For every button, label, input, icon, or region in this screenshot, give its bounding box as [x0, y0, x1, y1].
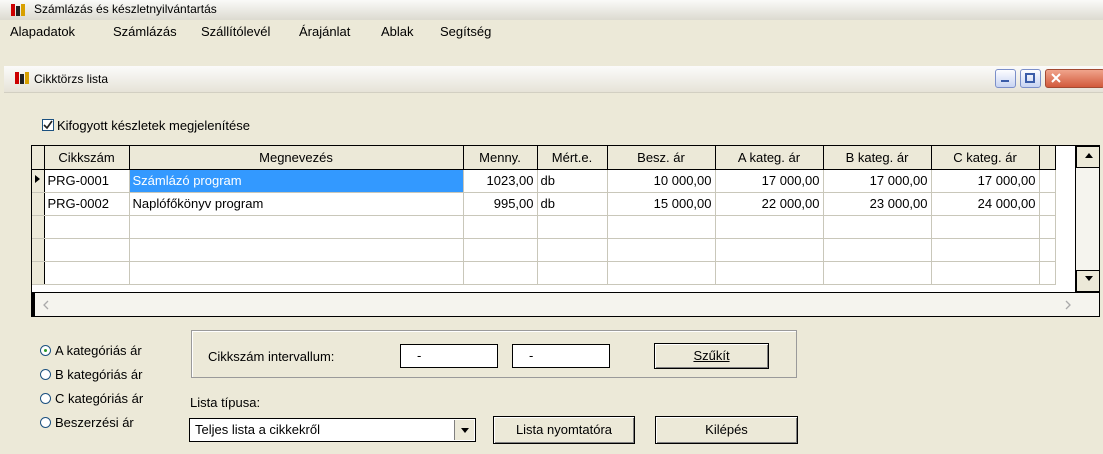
- column-header[interactable]: C kateg. ár: [931, 146, 1040, 170]
- row-indicator: [32, 169, 45, 193]
- minimize-button[interactable]: [995, 69, 1016, 88]
- filter-panel: Cikkszám intervallum: - - Szűkít: [191, 330, 797, 378]
- cell-buy-price[interactable]: 10 000,00: [607, 169, 716, 193]
- close-button[interactable]: [1045, 69, 1103, 88]
- vertical-scrollbar[interactable]: [1075, 146, 1099, 292]
- column-header[interactable]: Megnevezés: [129, 146, 464, 170]
- price-category-group: A kategóriás ár B kategóriás ár C kategó…: [40, 330, 176, 444]
- header-indicator: [32, 146, 45, 170]
- app-title: Számlázás és készletnyilvántartás: [34, 2, 217, 16]
- cell-name[interactable]: Számlázó program: [129, 169, 464, 193]
- interval-from-input[interactable]: -: [400, 344, 498, 368]
- list-type-label: Lista típusa:: [190, 395, 261, 410]
- interval-from-value: -: [417, 348, 422, 363]
- radio-b-label: B kategóriás ár: [55, 367, 143, 382]
- column-header[interactable]: A kateg. ár: [715, 146, 824, 170]
- article-grid[interactable]: Cikkszám Megnevezés Menny. Mért.e. Besz.…: [31, 145, 1100, 317]
- column-header[interactable]: Mért.e.: [537, 146, 608, 170]
- window-title-bar: Cikktörzs lista: [4, 66, 1103, 93]
- radio-a-dot[interactable]: [40, 345, 51, 356]
- cell-filler: [1039, 169, 1056, 193]
- column-header[interactable]: Besz. ár: [607, 146, 716, 170]
- cell-unit[interactable]: db: [537, 192, 608, 216]
- menu-bar: Alapadatok Számlázás Szállítólevél Árajá…: [0, 20, 1103, 42]
- restore-icon: [1025, 73, 1035, 83]
- list-type-dropdown[interactable]: Teljes lista a cikkekről: [189, 418, 476, 442]
- table-header-row: Cikkszám Megnevezés Menny. Mért.e. Besz.…: [32, 146, 1056, 170]
- column-header[interactable]: Cikkszám: [44, 146, 130, 170]
- chevron-down-icon: [461, 428, 469, 433]
- cell-code[interactable]: PRG-0002: [44, 192, 130, 216]
- menu-ablak[interactable]: Ablak: [381, 24, 414, 39]
- arrow-down-icon: [1084, 276, 1093, 281]
- table-row[interactable]: PRG-0001 Számlázó program 1023,00 db 10 …: [32, 169, 1056, 193]
- narrow-button-label: Szűkít: [693, 348, 730, 363]
- radio-a-label: A kategóriás ár: [55, 343, 142, 358]
- arrow-right-icon[interactable]: [1064, 300, 1072, 310]
- arrow-up-icon: [1084, 153, 1093, 158]
- row-indicator: [32, 192, 45, 216]
- table-row[interactable]: PRG-0002 Naplófőkönyv program 995,00 db …: [32, 192, 1056, 216]
- cell-unit[interactable]: db: [537, 169, 608, 193]
- interval-label: Cikkszám intervallum:: [208, 349, 335, 364]
- scroll-up-button[interactable]: [1076, 146, 1099, 168]
- menu-szamlazas[interactable]: Számlázás: [113, 24, 177, 39]
- app-title-bar: Számlázás és készletnyilvántartás: [0, 0, 1103, 21]
- show-out-of-stock-checkbox[interactable]: [42, 119, 54, 131]
- table-row-empty[interactable]: [32, 215, 1056, 239]
- cell-qty[interactable]: 995,00: [463, 192, 538, 216]
- show-out-of-stock-toggle[interactable]: Kifogyott készletek megjelenítése: [42, 117, 342, 135]
- show-out-of-stock-label: Kifogyott készletek megjelenítése: [57, 118, 250, 133]
- horizontal-scrollbar[interactable]: [32, 292, 1099, 316]
- menu-szallitolevel[interactable]: Szállítólevél: [201, 24, 270, 39]
- print-list-button[interactable]: Lista nyomtatóra: [493, 416, 635, 444]
- current-row-arrow-icon: [35, 175, 40, 183]
- window-title: Cikktörzs lista: [34, 72, 109, 86]
- window-icon: [15, 72, 29, 84]
- menu-arajanlat[interactable]: Árajánlat: [299, 24, 350, 39]
- cell-qty[interactable]: 1023,00: [463, 169, 538, 193]
- narrow-button[interactable]: Szűkít: [654, 343, 769, 369]
- scroll-down-button[interactable]: [1076, 270, 1099, 292]
- menu-segitseg[interactable]: Segítség: [440, 24, 491, 39]
- radio-c-dot[interactable]: [40, 393, 51, 404]
- cell-name[interactable]: Naplófőkönyv program: [129, 192, 464, 216]
- exit-button[interactable]: Kilépés: [655, 416, 798, 444]
- hscroll-thumb[interactable]: [32, 293, 35, 316]
- cell-c-price[interactable]: 24 000,00: [931, 192, 1040, 216]
- column-header[interactable]: Menny.: [463, 146, 538, 170]
- print-list-button-label: Lista nyomtatóra: [515, 422, 613, 437]
- cell-code[interactable]: PRG-0001: [44, 169, 130, 193]
- restore-button[interactable]: [1020, 69, 1041, 88]
- close-icon: [1051, 73, 1061, 83]
- article-table: Cikkszám Megnevezés Menny. Mért.e. Besz.…: [32, 146, 1056, 285]
- exit-button-label: Kilépés: [705, 422, 748, 437]
- table-row-empty[interactable]: [32, 261, 1056, 285]
- arrow-left-icon[interactable]: [42, 300, 50, 310]
- interval-to-value: -: [529, 348, 534, 363]
- app-icon: [11, 4, 25, 16]
- cell-buy-price[interactable]: 15 000,00: [607, 192, 716, 216]
- cell-filler: [1039, 192, 1056, 216]
- list-type-value: Teljes lista a cikkekről: [195, 422, 320, 437]
- menu-alapadatok[interactable]: Alapadatok: [10, 24, 75, 39]
- checkmark-icon: [43, 120, 53, 130]
- table-row-empty[interactable]: [32, 238, 1056, 262]
- radio-b-dot[interactable]: [40, 369, 51, 380]
- cell-a-price[interactable]: 22 000,00: [715, 192, 824, 216]
- cell-a-price[interactable]: 17 000,00: [715, 169, 824, 193]
- radio-c-label: C kategóriás ár: [55, 391, 144, 406]
- column-header-filler: [1039, 146, 1056, 170]
- cell-b-price[interactable]: 23 000,00: [823, 192, 932, 216]
- interval-to-input[interactable]: -: [512, 344, 610, 368]
- radio-purchase-label: Beszerzési ár: [55, 415, 134, 430]
- column-header[interactable]: B kateg. ár: [823, 146, 932, 170]
- cell-c-price[interactable]: 17 000,00: [931, 169, 1040, 193]
- dropdown-button[interactable]: [454, 420, 474, 440]
- minimize-icon: [1001, 80, 1009, 82]
- radio-purchase-dot[interactable]: [40, 417, 51, 428]
- cell-b-price[interactable]: 17 000,00: [823, 169, 932, 193]
